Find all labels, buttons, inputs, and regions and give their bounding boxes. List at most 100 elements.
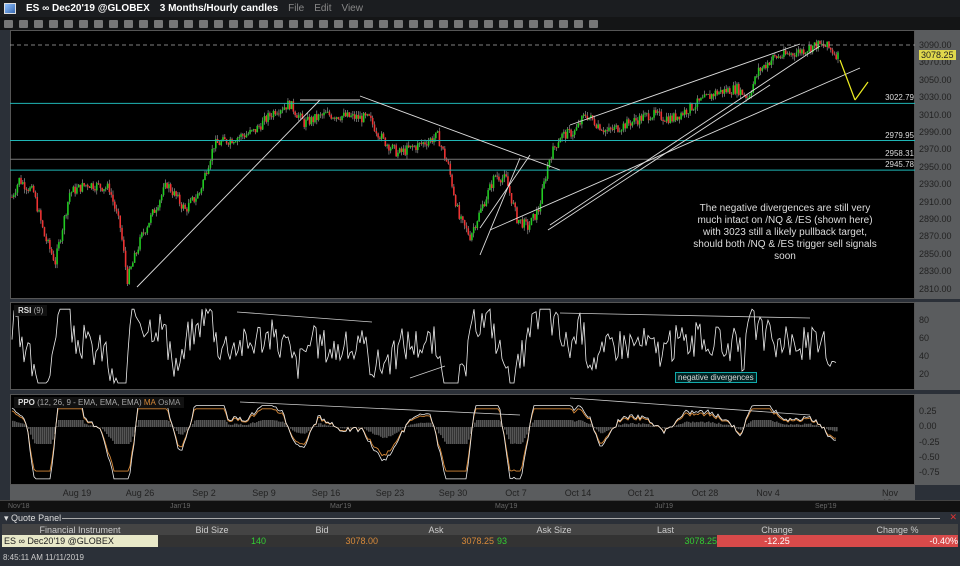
candle-body bbox=[727, 88, 729, 93]
candle-body bbox=[290, 101, 293, 110]
osma-bar bbox=[82, 420, 84, 427]
candle-body bbox=[54, 260, 57, 265]
candle-body bbox=[65, 215, 67, 217]
candle-body bbox=[348, 112, 351, 117]
candle-body bbox=[27, 190, 30, 191]
osma-bar bbox=[630, 423, 632, 427]
candle-body bbox=[660, 111, 663, 120]
osma-bar bbox=[456, 427, 458, 444]
column-header[interactable]: Change bbox=[717, 524, 837, 535]
candle-body bbox=[294, 111, 296, 116]
column-header[interactable]: Bid Size bbox=[158, 524, 266, 535]
osma-bar bbox=[184, 427, 186, 433]
candle-body bbox=[595, 125, 598, 129]
column-header[interactable]: Last bbox=[614, 524, 717, 535]
osma-bar bbox=[676, 425, 678, 427]
osma-bar bbox=[574, 421, 576, 427]
osma-bar bbox=[494, 420, 496, 427]
trend-line[interactable] bbox=[479, 157, 521, 256]
osma-bar bbox=[604, 427, 606, 433]
candle-body bbox=[808, 45, 810, 52]
osma-bar bbox=[256, 422, 258, 427]
candle-body bbox=[16, 184, 19, 193]
osma-bar bbox=[816, 424, 818, 427]
candle-body bbox=[526, 221, 529, 230]
candle-body bbox=[171, 191, 174, 196]
candle-body bbox=[337, 117, 340, 120]
close-icon[interactable]: ✕ bbox=[949, 512, 957, 523]
osma-bar bbox=[756, 420, 758, 427]
instrument-cell[interactable]: ES ∞ Dec20'19 @GLOBEX bbox=[2, 535, 158, 547]
candle-body bbox=[714, 90, 717, 97]
osma-bar bbox=[144, 420, 146, 427]
column-header[interactable]: Financial Instrument bbox=[2, 524, 158, 535]
column-header[interactable]: Bid bbox=[266, 524, 378, 535]
osma-bar bbox=[162, 420, 164, 427]
projection-arrow[interactable] bbox=[839, 59, 856, 101]
osma-bar bbox=[704, 422, 706, 427]
trend-line[interactable] bbox=[549, 45, 821, 226]
candle-body bbox=[597, 124, 599, 129]
candle-body bbox=[561, 133, 563, 139]
osma-bar bbox=[90, 425, 92, 427]
osma-bar bbox=[812, 424, 814, 427]
candle-body bbox=[34, 192, 37, 197]
candle-body bbox=[400, 148, 403, 152]
divergence-line[interactable] bbox=[409, 365, 446, 379]
candle-body bbox=[326, 111, 329, 113]
divergence-line[interactable] bbox=[236, 311, 373, 323]
candle-body bbox=[537, 210, 540, 212]
column-header[interactable]: Change % bbox=[837, 524, 958, 535]
osma-bar bbox=[718, 422, 720, 427]
candle-body bbox=[150, 214, 152, 223]
osma-bar bbox=[766, 420, 768, 427]
candle-body bbox=[323, 112, 325, 116]
candle-body bbox=[768, 62, 771, 66]
osma-bar bbox=[154, 420, 156, 427]
date-axis: Aug 19 Aug 26 Sep 2 Sep 9 Sep 16 Sep 23 Sep 30… bbox=[10, 485, 915, 508]
osma-bar bbox=[530, 425, 532, 427]
candle-body bbox=[781, 56, 783, 58]
candle-body bbox=[23, 182, 26, 190]
divergence-line[interactable] bbox=[569, 397, 811, 416]
candle-body bbox=[297, 115, 300, 118]
osma-bar bbox=[566, 420, 568, 427]
candle-body bbox=[492, 176, 495, 189]
navigator-scrollbar[interactable]: Nov'18 Jan'19 Mar'19 May'19 Jul'19 Sep'19 bbox=[0, 500, 960, 512]
candle-body bbox=[94, 189, 96, 191]
candle-body bbox=[296, 115, 298, 118]
osma-bar bbox=[788, 425, 790, 427]
date-tick: Oct 28 bbox=[691, 488, 719, 498]
candle-body bbox=[627, 119, 630, 124]
osma-bar bbox=[636, 424, 638, 427]
candle-body bbox=[667, 116, 670, 124]
osma-bar bbox=[594, 427, 596, 429]
table-row[interactable]: ES ∞ Dec20'19 @GLOBEX 140 3078.00 3078.2… bbox=[2, 535, 958, 547]
osma-bar bbox=[632, 422, 634, 427]
osma-bar bbox=[648, 424, 650, 427]
osma-bar bbox=[330, 425, 332, 427]
trend-line[interactable] bbox=[136, 99, 321, 288]
column-header[interactable]: Ask bbox=[378, 524, 494, 535]
candle-body bbox=[380, 133, 383, 140]
osma-bar bbox=[300, 427, 302, 434]
candle-body bbox=[398, 148, 401, 153]
osma-bar bbox=[220, 420, 222, 427]
bid-size-cell: 140 bbox=[250, 536, 266, 546]
osma-bar bbox=[754, 420, 756, 427]
candle-body bbox=[779, 56, 782, 58]
osma-bar bbox=[790, 424, 792, 427]
osma-bar bbox=[828, 427, 830, 431]
osma-bar bbox=[606, 427, 608, 432]
candle-body bbox=[499, 180, 502, 183]
divergence-line[interactable] bbox=[559, 312, 811, 319]
projection-arrow[interactable] bbox=[854, 81, 869, 101]
osma-bar bbox=[440, 427, 442, 436]
candle-body bbox=[334, 117, 336, 119]
osma-bar bbox=[728, 424, 730, 427]
collapse-icon[interactable]: ▾ bbox=[4, 513, 9, 523]
osma-bar bbox=[88, 425, 90, 427]
candle-body bbox=[599, 124, 601, 131]
column-header[interactable]: Ask Size bbox=[494, 524, 614, 535]
osma-bar bbox=[740, 427, 742, 430]
